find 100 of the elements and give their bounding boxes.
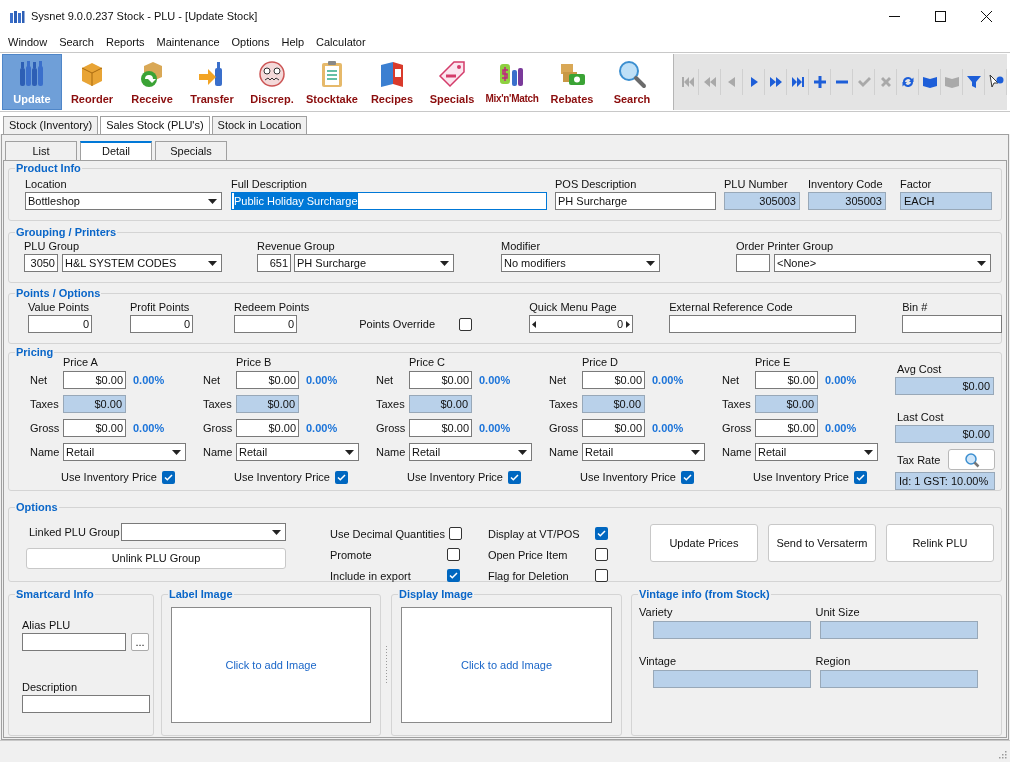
menu-item[interactable]: Window bbox=[2, 33, 54, 51]
dropdown[interactable]: Retail bbox=[63, 443, 186, 461]
window-title: Sysnet 9.0.0.237 Stock - PLU - [Update Stock] bbox=[31, 8, 258, 24]
text-field[interactable]: $0.00 bbox=[409, 419, 472, 437]
checkbox[interactable] bbox=[854, 470, 867, 484]
text-field[interactable]: $0.00 bbox=[582, 371, 645, 389]
lookup-button[interactable] bbox=[948, 449, 995, 470]
text-field[interactable]: $0.00 bbox=[755, 371, 818, 389]
unlink-button[interactable]: Unlink PLU Group bbox=[26, 548, 286, 569]
text-field[interactable] bbox=[736, 254, 770, 272]
dropdown[interactable]: Bottleshop bbox=[25, 192, 222, 210]
field-label: Name bbox=[30, 445, 61, 459]
text-field[interactable]: $0.00 bbox=[63, 371, 126, 389]
field-label: Price D bbox=[581, 355, 620, 369]
field-label: Location bbox=[25, 177, 68, 191]
dropdown[interactable]: <None> bbox=[774, 254, 991, 272]
toolbar-button[interactable]: Rebates bbox=[542, 54, 602, 110]
checkbox[interactable] bbox=[594, 569, 608, 582]
toolbar-button[interactable]: Stocktake bbox=[302, 54, 362, 110]
arrow-right-icon[interactable] bbox=[626, 320, 631, 328]
dropdown[interactable] bbox=[121, 523, 286, 541]
browse-button[interactable]: ... bbox=[131, 633, 149, 651]
tab[interactable]: Detail bbox=[80, 141, 152, 160]
dropdown[interactable]: Retail bbox=[582, 443, 705, 461]
tab[interactable]: Stock (Inventory) bbox=[3, 116, 99, 134]
image-drop-area[interactable]: Click to add Image bbox=[171, 607, 371, 723]
text-field[interactable] bbox=[22, 695, 150, 713]
toolbar-button[interactable]: Transfer bbox=[182, 54, 242, 110]
checkbox[interactable] bbox=[594, 548, 608, 561]
text-field[interactable]: 3050 bbox=[24, 254, 58, 272]
toolbar-button[interactable]: Mix'n'Match bbox=[482, 54, 542, 110]
fast-forward-icon[interactable] bbox=[767, 74, 784, 90]
text-field[interactable]: $0.00 bbox=[409, 371, 472, 389]
caret-icon bbox=[208, 260, 217, 266]
text-field[interactable]: $0.00 bbox=[582, 419, 645, 437]
text-field[interactable]: 0 bbox=[234, 315, 297, 333]
menu-item[interactable]: Maintenance bbox=[150, 33, 226, 51]
arrow-left-icon[interactable] bbox=[532, 320, 537, 328]
text-field[interactable] bbox=[669, 315, 857, 333]
text-field[interactable] bbox=[22, 633, 126, 651]
field-label: Region bbox=[815, 654, 852, 668]
text-field[interactable]: 0 bbox=[130, 315, 193, 333]
tab[interactable]: Stock in Location bbox=[211, 116, 308, 134]
menu-item[interactable]: Reports bbox=[100, 33, 151, 51]
resize-grip-icon[interactable] bbox=[997, 749, 1007, 759]
action-button[interactable]: Update Prices bbox=[649, 524, 758, 562]
text-field[interactable]: Public Holiday Surcharge bbox=[231, 192, 547, 210]
skip-last-icon[interactable] bbox=[789, 74, 806, 90]
menu-item[interactable]: Calculator bbox=[310, 33, 372, 51]
action-button[interactable]: Relink PLU bbox=[885, 524, 994, 562]
checkbox[interactable] bbox=[447, 569, 460, 582]
toolbar-button[interactable]: Receive bbox=[122, 54, 182, 110]
percent-label: 0.00% bbox=[306, 372, 338, 388]
maximize-icon[interactable] bbox=[935, 10, 946, 22]
text-field[interactable]: $0.00 bbox=[755, 419, 818, 437]
splitter-handle[interactable] bbox=[384, 646, 388, 684]
tab[interactable]: Sales Stock (PLU's) bbox=[100, 116, 210, 134]
checkbox[interactable] bbox=[594, 527, 608, 540]
dropdown[interactable]: No modifiers bbox=[501, 254, 660, 272]
add-icon[interactable] bbox=[811, 74, 828, 90]
spin-field[interactable]: 0 bbox=[529, 315, 634, 333]
text-field[interactable]: $0.00 bbox=[236, 371, 299, 389]
book-icon[interactable] bbox=[921, 74, 938, 90]
help-cursor-icon[interactable] bbox=[987, 74, 1004, 90]
toolbar-button[interactable]: Reorder bbox=[62, 54, 122, 110]
toolbar-button[interactable]: Specials bbox=[422, 54, 482, 110]
checkbox[interactable] bbox=[162, 470, 175, 484]
toolbar-button[interactable]: Recipes bbox=[362, 54, 422, 110]
tab[interactable]: Specials bbox=[155, 141, 227, 160]
text-field[interactable]: $0.00 bbox=[63, 419, 126, 437]
menu-item[interactable]: Options bbox=[225, 33, 276, 51]
section-title: Product Info bbox=[15, 161, 82, 175]
dropdown[interactable]: PH Surcharge bbox=[294, 254, 454, 272]
action-button[interactable]: Send to Versaterm bbox=[767, 524, 876, 562]
checkbox[interactable] bbox=[335, 470, 348, 484]
tab[interactable]: List bbox=[5, 141, 77, 160]
dropdown[interactable]: Retail bbox=[409, 443, 532, 461]
field-label: Quick Menu Page bbox=[529, 300, 618, 314]
toolbar-button[interactable]: Discrep. bbox=[242, 54, 302, 110]
filter-icon[interactable] bbox=[965, 74, 982, 90]
checkbox[interactable] bbox=[681, 470, 694, 484]
text-field[interactable]: $0.00 bbox=[236, 419, 299, 437]
menu-item[interactable]: Help bbox=[275, 33, 311, 51]
image-drop-area[interactable]: Click to add Image bbox=[401, 607, 612, 723]
menu-item[interactable]: Search bbox=[53, 33, 100, 51]
checkbox[interactable] bbox=[459, 317, 473, 331]
dropdown[interactable]: H&L SYSTEM CODES bbox=[62, 254, 222, 272]
field-label: Vintage bbox=[639, 654, 678, 668]
toolbar-button[interactable]: Search bbox=[602, 54, 662, 110]
app-icon bbox=[9, 8, 25, 24]
checkbox[interactable] bbox=[448, 527, 462, 540]
checkbox[interactable] bbox=[508, 470, 521, 484]
text-field[interactable]: 0 bbox=[28, 315, 92, 333]
dropdown[interactable]: Retail bbox=[755, 443, 878, 461]
text-field[interactable]: PH Surcharge bbox=[555, 192, 716, 210]
text-field[interactable] bbox=[902, 315, 1003, 333]
checkbox[interactable] bbox=[447, 548, 460, 561]
text-field[interactable]: 651 bbox=[257, 254, 291, 272]
dropdown[interactable]: Retail bbox=[236, 443, 359, 461]
close-icon[interactable] bbox=[981, 10, 992, 22]
